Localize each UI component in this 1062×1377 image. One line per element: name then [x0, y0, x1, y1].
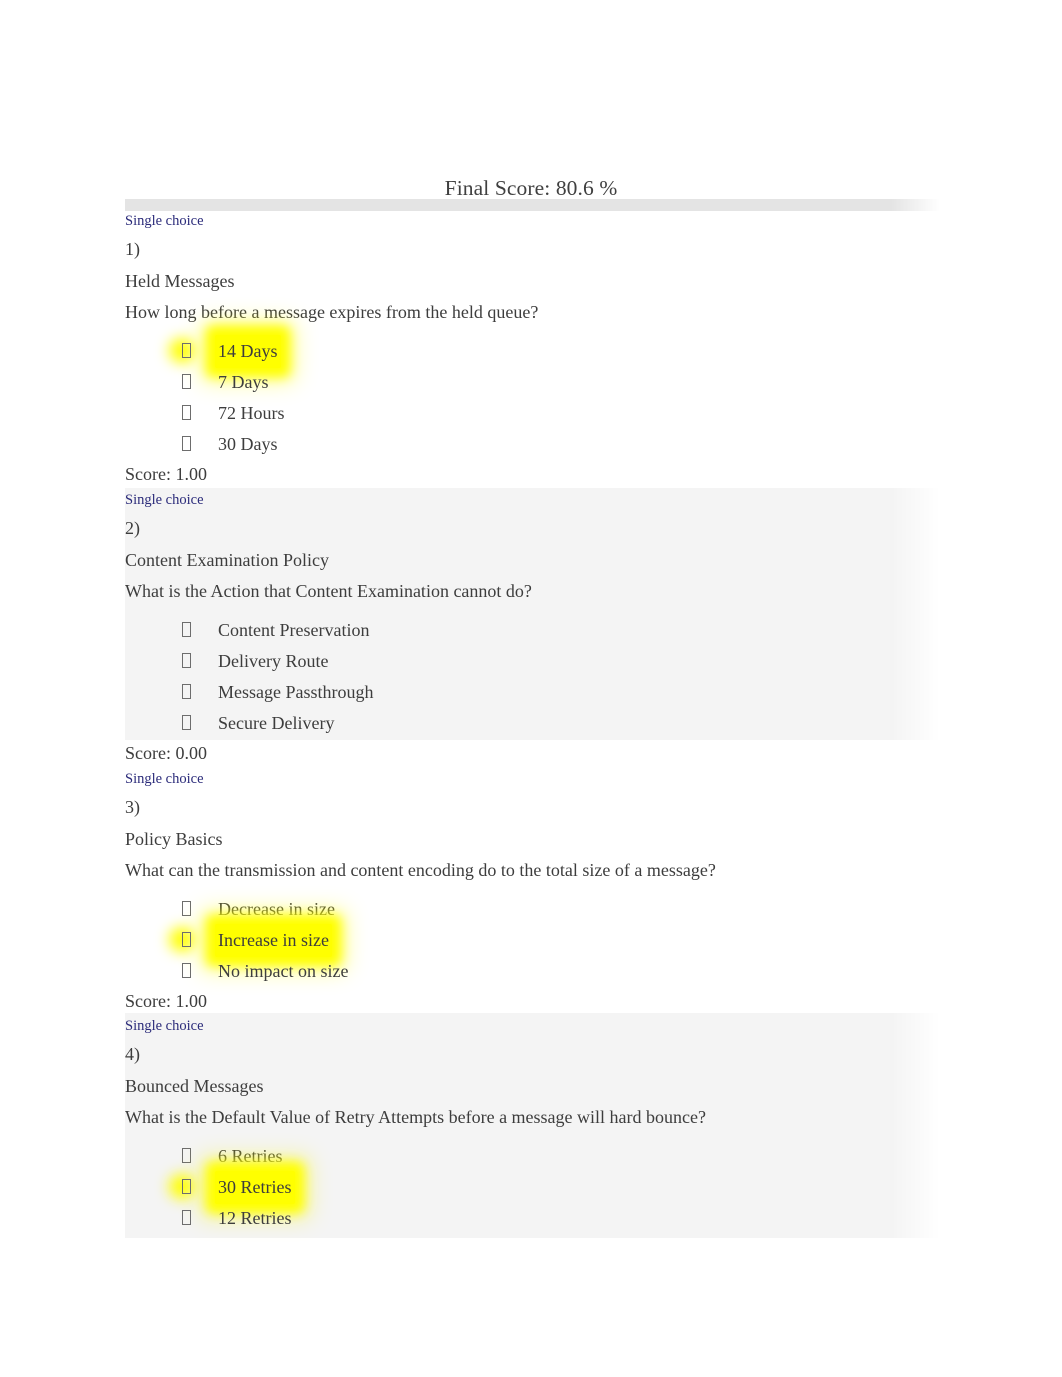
- question-text-1: How long before a message expires from t…: [125, 302, 539, 322]
- option-item[interactable]: 12 Retries: [125, 1202, 940, 1233]
- option-item[interactable]: Message Passthrough: [125, 676, 940, 707]
- option-label: No impact on size: [218, 961, 349, 981]
- question-type-label-2: Single choice: [125, 492, 204, 508]
- question-text-4: What is the Default Value of Retry Attem…: [125, 1107, 706, 1127]
- checkbox-icon: [182, 715, 191, 730]
- option-list-1: 14 Days 7 Days 72 Hours 30 Days: [125, 335, 940, 459]
- question-score-1: Score: 1.00: [125, 464, 207, 484]
- option-item[interactable]: Delivery Route: [125, 645, 940, 676]
- question-number-2: 2): [125, 518, 140, 538]
- checkbox-icon: [182, 684, 191, 699]
- checkbox-icon: [182, 932, 191, 947]
- option-item[interactable]: 72 Hours: [125, 397, 940, 428]
- option-item[interactable]: 30 Retries: [125, 1171, 940, 1204]
- checkbox-icon: [182, 1179, 191, 1194]
- option-item[interactable]: 30 Days: [125, 428, 940, 459]
- option-item[interactable]: Secure Delivery: [125, 707, 940, 738]
- checkbox-icon: [182, 653, 191, 668]
- option-label: 30 Days: [218, 434, 278, 454]
- question-score-2: Score: 0.00: [125, 743, 207, 763]
- option-label: 6 Retries: [218, 1146, 283, 1166]
- option-label: Secure Delivery: [218, 713, 335, 733]
- option-item[interactable]: Decrease in size: [125, 893, 940, 924]
- question-type-label-1: Single choice: [125, 213, 204, 229]
- option-label: 72 Hours: [218, 403, 285, 423]
- option-label: Message Passthrough: [218, 682, 374, 702]
- option-list-3: Decrease in size Increase in size No imp…: [125, 893, 940, 986]
- checkbox-icon: [182, 901, 191, 916]
- question-score-3: Score: 1.00: [125, 991, 207, 1011]
- option-item[interactable]: No impact on size: [125, 955, 940, 986]
- question-block-2: Single choice 2) Content Examination Pol…: [125, 491, 940, 766]
- checkbox-icon: [182, 343, 191, 358]
- option-item[interactable]: 6 Retries: [125, 1140, 940, 1171]
- question-number-1: 1): [125, 239, 140, 259]
- option-label: Increase in size: [215, 924, 332, 957]
- question-topic-4: Bounced Messages: [125, 1076, 264, 1096]
- checkbox-icon: [182, 436, 191, 451]
- option-item[interactable]: 7 Days: [125, 366, 940, 397]
- option-item[interactable]: 14 Days: [125, 335, 940, 368]
- question-text-2: What is the Action that Content Examinat…: [125, 581, 532, 601]
- option-item[interactable]: Increase in size: [125, 924, 940, 957]
- option-label: 12 Retries: [218, 1208, 292, 1228]
- option-label: 30 Retries: [215, 1171, 295, 1204]
- checkbox-icon: [182, 622, 191, 637]
- option-label: 14 Days: [215, 335, 281, 368]
- question-number-3: 3): [125, 797, 140, 817]
- checkbox-icon: [182, 1148, 191, 1163]
- question-block-4: Single choice 4) Bounced Messages What i…: [125, 1017, 940, 1233]
- question-type-label-4: Single choice: [125, 1018, 204, 1034]
- question-block-1: Single choice 1) Held Messages How long …: [125, 212, 940, 487]
- question-topic-1: Held Messages: [125, 271, 235, 291]
- page-title: Final Score: 80.6 %: [444, 176, 618, 200]
- option-list-4: 6 Retries 30 Retries 12 Retries: [125, 1140, 940, 1233]
- question-text-3: What can the transmission and content en…: [125, 860, 716, 880]
- option-label: Delivery Route: [218, 651, 329, 671]
- question-topic-3: Policy Basics: [125, 829, 223, 849]
- question-topic-2: Content Examination Policy: [125, 550, 329, 570]
- option-list-2: Content Preservation Delivery Route Mess…: [125, 614, 940, 738]
- checkbox-icon: [182, 405, 191, 420]
- checkbox-icon: [182, 963, 191, 978]
- option-item[interactable]: Content Preservation: [125, 614, 940, 645]
- question-type-label-3: Single choice: [125, 771, 204, 787]
- option-label: 7 Days: [218, 372, 269, 392]
- option-label: Content Preservation: [218, 620, 370, 640]
- checkbox-icon: [182, 374, 191, 389]
- option-label: Decrease in size: [218, 899, 335, 919]
- question-number-4: 4): [125, 1044, 140, 1064]
- checkbox-icon: [182, 1210, 191, 1225]
- document-page: Final Score: 80.6 % Single choice 1) Hel…: [0, 0, 1062, 1377]
- question-block-3: Single choice 3) Policy Basics What can …: [125, 770, 940, 1014]
